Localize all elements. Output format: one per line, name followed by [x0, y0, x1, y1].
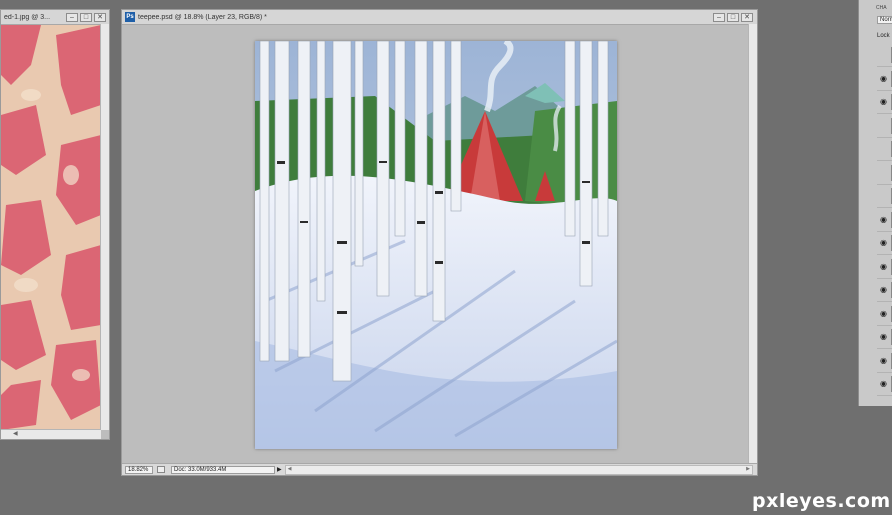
left-window-titlebar[interactable]: ed-1.jpg @ 3... – □ ✕ — [1, 10, 109, 25]
layer-row[interactable] — [877, 185, 892, 208]
eye-icon[interactable]: ◉ — [880, 97, 890, 107]
lock-label: Lock — [877, 33, 890, 39]
eye-icon[interactable]: ◉ — [880, 309, 890, 319]
status-menu-icon[interactable] — [157, 466, 165, 473]
minimize-button[interactable]: – — [713, 12, 725, 22]
left-document-canvas — [1, 25, 101, 430]
eye-icon[interactable]: ◉ — [880, 379, 890, 389]
layer-row[interactable]: ◉ — [877, 232, 892, 255]
layer-row[interactable] — [877, 162, 892, 185]
minimize-button[interactable]: – — [66, 12, 78, 22]
left-scroll-arrow-icon[interactable]: ◀ — [13, 430, 18, 437]
eye-icon[interactable]: ◉ — [880, 74, 890, 84]
doc-info: Doc: 33.0M/933.4M — [171, 465, 275, 474]
scroll-left-icon[interactable]: ◀ — [288, 466, 292, 472]
eye-icon[interactable]: ◉ — [880, 356, 890, 366]
layers-panel: CHA Norm Lock ◉ ◉ ◉ ◉ ◉ ◉ ◉ ◉ ◉ ◉ — [858, 0, 892, 406]
watermark: pxleyes.com — [752, 490, 891, 512]
document-canvas[interactable] — [255, 41, 617, 449]
eye-hidden-icon[interactable] — [880, 191, 890, 201]
horizontal-scroll-track[interactable]: ◀ ▶ — [284, 464, 753, 475]
eye-icon[interactable]: ◉ — [880, 332, 890, 342]
status-arrow-icon[interactable]: ▶ — [277, 466, 282, 473]
left-document-window[interactable]: ed-1.jpg @ 3... – □ ✕ ◀ — [0, 9, 110, 440]
blend-mode-select[interactable]: Norm — [877, 16, 892, 24]
eye-hidden-icon[interactable] — [880, 50, 890, 60]
eye-hidden-icon[interactable] — [880, 121, 890, 131]
left-vertical-scrollbar[interactable] — [100, 24, 109, 430]
close-button[interactable]: ✕ — [94, 12, 106, 22]
layer-row[interactable]: ◉ — [877, 373, 892, 396]
maximize-button[interactable]: □ — [80, 12, 92, 22]
maximize-button[interactable]: □ — [727, 12, 739, 22]
layer-row[interactable]: ◉ — [877, 209, 892, 232]
zoom-field[interactable]: 18.82% — [125, 465, 153, 474]
main-vertical-scrollbar[interactable] — [748, 24, 757, 463]
eye-icon[interactable]: ◉ — [880, 238, 890, 248]
panel-tab[interactable]: CHA — [876, 5, 887, 11]
main-document-window[interactable]: Ps teepee.psd @ 18.8% (Layer 23, RGB/8) … — [121, 9, 758, 476]
layer-row[interactable]: ◉ — [877, 350, 892, 373]
layer-row[interactable]: ◉ — [877, 256, 892, 279]
main-window-title: teepee.psd @ 18.8% (Layer 23, RGB/8) * — [138, 13, 267, 21]
eye-hidden-icon[interactable] — [880, 144, 890, 154]
scroll-right-icon[interactable]: ▶ — [746, 466, 750, 472]
layer-row[interactable] — [877, 138, 892, 161]
layer-row[interactable]: ◉ — [877, 91, 892, 114]
left-horizontal-scrollbar[interactable]: ◀ — [1, 429, 101, 439]
eye-icon[interactable]: ◉ — [880, 215, 890, 225]
layer-row[interactable]: ◉ — [877, 326, 892, 349]
close-button[interactable]: ✕ — [741, 12, 753, 22]
layer-row[interactable]: ◉ — [877, 279, 892, 302]
layer-row[interactable] — [877, 44, 892, 67]
left-window-title: ed-1.jpg @ 3... — [4, 13, 51, 21]
eye-icon[interactable]: ◉ — [880, 285, 890, 295]
layer-row[interactable]: ◉ — [877, 68, 892, 91]
layer-row[interactable] — [877, 115, 892, 138]
eye-hidden-icon[interactable] — [880, 168, 890, 178]
photoshop-icon: Ps — [125, 12, 135, 22]
layer-row[interactable]: ◉ — [877, 303, 892, 326]
status-bar: 18.82% Doc: 33.0M/933.4M ▶ ◀ ▶ — [122, 463, 757, 475]
eye-icon[interactable]: ◉ — [880, 262, 890, 272]
main-window-titlebar[interactable]: Ps teepee.psd @ 18.8% (Layer 23, RGB/8) … — [122, 10, 757, 25]
